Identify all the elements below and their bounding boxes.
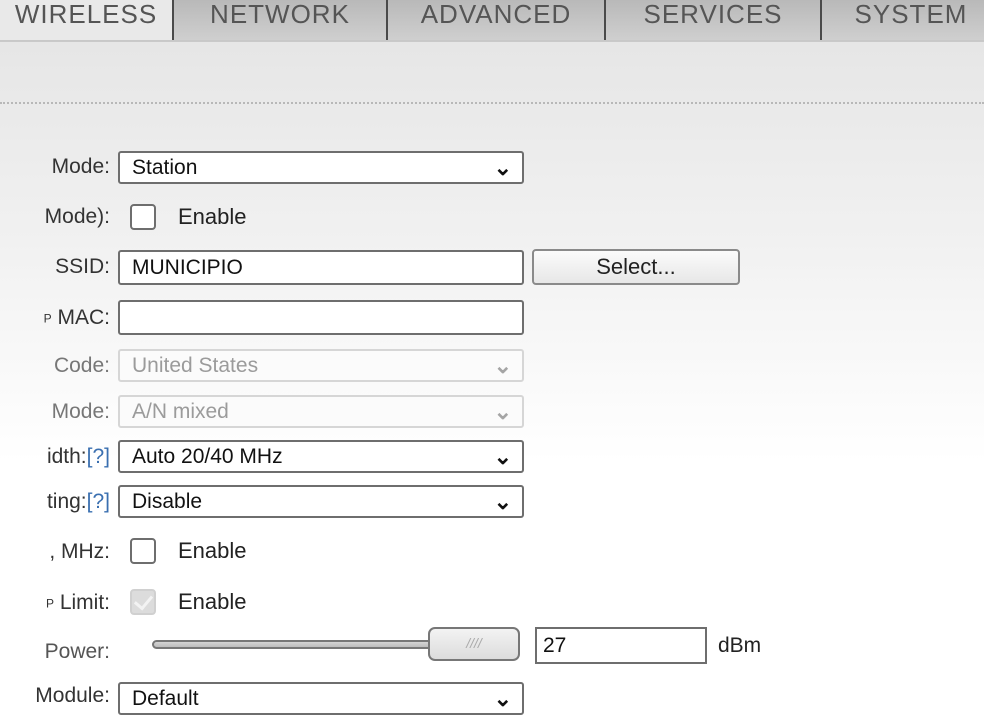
chevron-down-icon: ⌄ xyxy=(493,444,512,469)
frequency-list-checkbox[interactable] xyxy=(130,538,156,564)
tab-system[interactable]: SYSTEM xyxy=(820,0,984,40)
output-power-unit: dBm xyxy=(718,634,762,657)
tab-bar: WIRELESS NETWORK ADVANCED SERVICES SYSTE… xyxy=(0,0,984,42)
ap-mac-label-prefix: P xyxy=(43,311,52,326)
tab-network[interactable]: NETWORK xyxy=(172,0,386,40)
frequency-list-label: , MHz: xyxy=(49,540,110,563)
chevron-down-icon: ⌄ xyxy=(493,399,512,424)
tab-services[interactable]: SERVICES xyxy=(604,0,820,40)
ap-mac-label-text: MAC: xyxy=(57,306,111,329)
output-power-slider-handle[interactable]: //// xyxy=(428,627,520,661)
country-code-select: United States ⌄ xyxy=(118,349,524,382)
ieee-mode-label: Mode: xyxy=(51,400,110,423)
channel-width-label: idth:[?] xyxy=(47,445,110,469)
data-rate-module-value: Default xyxy=(132,687,199,710)
eirp-limit-label: P Limit: xyxy=(46,591,110,615)
eirp-limit-checkbox-label: Enable xyxy=(178,589,247,614)
checkmark-icon xyxy=(133,590,154,611)
country-code-value: United States xyxy=(132,354,259,377)
ssid-input[interactable]: MUNICIPIO xyxy=(118,250,524,285)
channel-shifting-value: Disable xyxy=(132,490,203,513)
ap-mac-input[interactable] xyxy=(118,300,524,335)
chevron-down-icon: ⌄ xyxy=(493,489,512,514)
tab-wireless[interactable]: WIRELESS xyxy=(0,0,172,40)
channel-shifting-select[interactable]: Disable ⌄ xyxy=(118,485,524,518)
output-power-input[interactable]: 27 xyxy=(535,627,707,664)
channel-shifting-label: ting:[?] xyxy=(47,490,110,514)
channel-shifting-label-text: ting: xyxy=(46,490,87,513)
wds-checkbox[interactable] xyxy=(130,204,156,230)
section-divider xyxy=(0,102,984,104)
output-power-slider-track[interactable] xyxy=(152,640,442,649)
ap-mac-label: P MAC: xyxy=(44,306,110,330)
channel-width-label-text: idth: xyxy=(46,445,87,468)
chevron-down-icon: ⌄ xyxy=(493,353,512,378)
wireless-mode-select[interactable]: Station ⌄ xyxy=(118,151,524,184)
wds-checkbox-label: Enable xyxy=(178,204,247,229)
wireless-mode-value: Station xyxy=(132,156,198,179)
eirp-limit-checkbox xyxy=(130,589,156,615)
wireless-mode-label: Mode: xyxy=(51,155,110,178)
channel-width-value: Auto 20/40 MHz xyxy=(132,445,283,468)
data-rate-module-select[interactable]: Default ⌄ xyxy=(118,682,524,715)
country-code-label: Code: xyxy=(53,354,110,377)
wds-label: Mode): xyxy=(44,205,110,228)
channel-width-help-link[interactable]: [?] xyxy=(87,445,110,468)
data-rate-module-label: Module: xyxy=(35,684,110,707)
chevron-down-icon: ⌄ xyxy=(493,686,512,711)
chevron-down-icon: ⌄ xyxy=(493,155,512,180)
ieee-mode-value: A/N mixed xyxy=(132,400,229,423)
channel-shifting-help-link[interactable]: [?] xyxy=(87,490,110,513)
ssid-label: SSID: xyxy=(55,255,110,278)
output-power-label: Power: xyxy=(44,640,110,663)
eirp-limit-label-text: Limit: xyxy=(59,591,110,614)
ssid-select-button[interactable]: Select... xyxy=(532,249,740,285)
eirp-limit-label-prefix: P xyxy=(45,596,54,611)
ieee-mode-select: A/N mixed ⌄ xyxy=(118,395,524,428)
channel-width-select[interactable]: Auto 20/40 MHz ⌄ xyxy=(118,440,524,473)
frequency-list-checkbox-label: Enable xyxy=(178,538,247,563)
tab-advanced[interactable]: ADVANCED xyxy=(386,0,604,40)
